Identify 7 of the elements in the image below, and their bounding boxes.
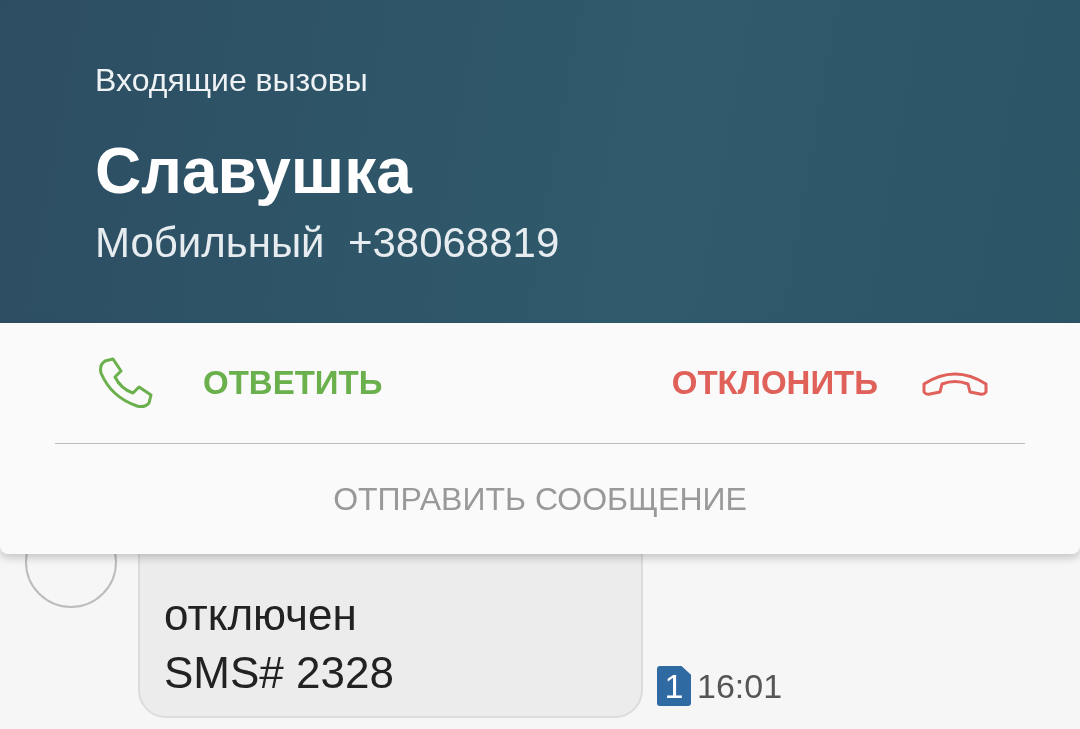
caller-number: Мобильный +38068819 — [95, 219, 561, 267]
sim-badge: 1 — [657, 666, 691, 706]
answer-button[interactable]: ОТВЕТИТЬ — [55, 357, 383, 409]
phone-icon — [97, 357, 153, 409]
message-time: 16:01 — [697, 666, 783, 706]
decline-button[interactable]: ОТКЛОНИТЬ — [671, 364, 1025, 402]
call-type-label: Входящие вызовы — [95, 62, 369, 99]
